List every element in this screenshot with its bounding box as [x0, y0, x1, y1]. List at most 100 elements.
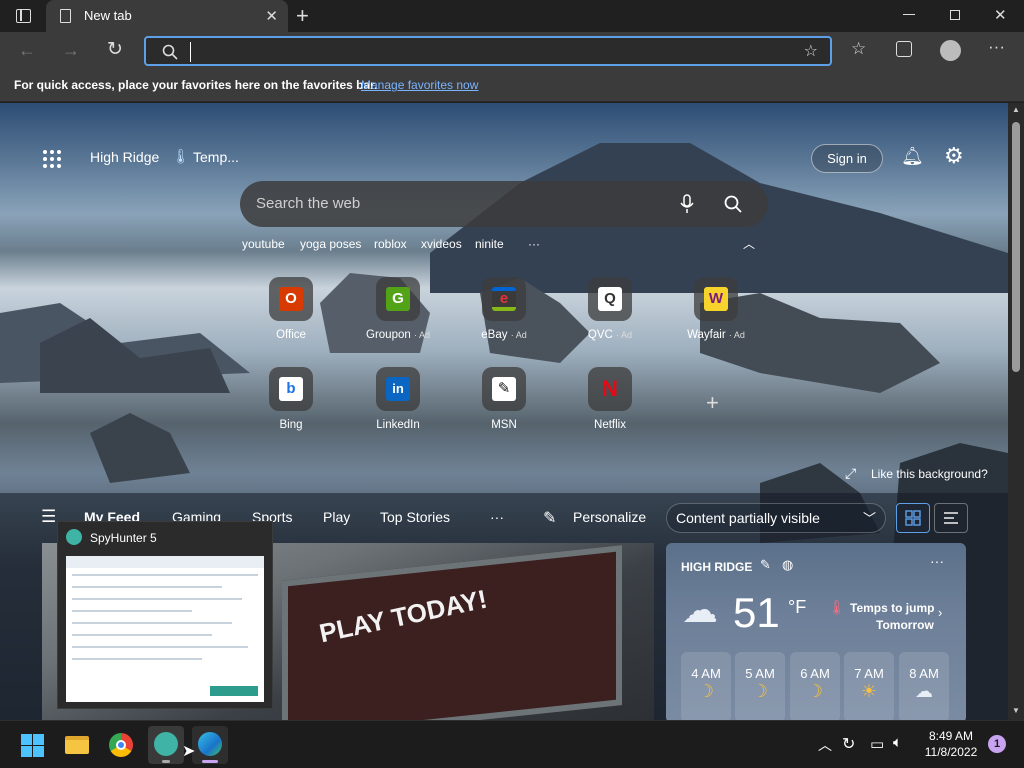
taskbar-clock[interactable]: 8:49 AM 11/8/2022 — [920, 728, 982, 760]
minimize-icon[interactable] — [903, 14, 915, 15]
quick-link-linkedin[interactable]: in LinkedIn — [353, 367, 443, 447]
office-icon: O — [279, 287, 303, 311]
personalize-button[interactable]: Personalize — [573, 509, 646, 525]
toolbar: ← → ↻ ☆ ☆ ··· — [0, 32, 1024, 70]
network-icon[interactable]: ▭ — [870, 735, 884, 753]
preview-thumbnail — [66, 556, 264, 702]
grid-view-button[interactable] — [896, 503, 930, 533]
quick-search-link[interactable]: xvideos — [421, 237, 462, 251]
groupon-icon: G — [386, 287, 410, 311]
notification-badge[interactable]: 1 — [988, 735, 1006, 753]
bing-icon: b — [279, 377, 303, 401]
sign-in-button[interactable]: Sign in — [811, 144, 883, 173]
edge-icon[interactable] — [192, 726, 228, 764]
tab-new-tab[interactable]: New tab ✕ — [46, 0, 288, 32]
tab-actions-icon[interactable] — [16, 9, 31, 23]
linkedin-icon: in — [386, 377, 410, 401]
quick-link-office[interactable]: O Office — [246, 277, 336, 357]
apps-launcher-icon[interactable] — [42, 149, 62, 169]
add-favorite-icon[interactable]: ☆ — [804, 41, 818, 61]
collections-icon[interactable] — [896, 41, 912, 57]
collapse-chevron-icon[interactable]: ︿ — [743, 235, 755, 252]
quick-link-netflix[interactable]: N Netflix — [565, 367, 655, 447]
file-explorer-icon[interactable] — [65, 736, 89, 754]
quick-link-bing[interactable]: b Bing — [246, 367, 336, 447]
weather-more-icon[interactable]: ··· — [930, 553, 944, 569]
chrome-icon[interactable] — [109, 733, 133, 757]
cloud-icon: ☁ — [915, 681, 933, 701]
restore-icon[interactable] — [950, 10, 960, 20]
settings-more-icon[interactable]: ··· — [988, 37, 1005, 57]
refresh-icon[interactable]: ↻ — [107, 38, 123, 61]
edit-location-icon[interactable]: ✎ — [760, 557, 771, 573]
spyhunter-icon — [66, 529, 82, 545]
list-view-button[interactable] — [934, 503, 968, 533]
quick-link-ebay[interactable]: e eBay · Ad — [459, 277, 549, 357]
add-shortcut-icon[interactable]: + — [706, 390, 719, 416]
show-hidden-icons[interactable]: ︿ — [818, 735, 832, 755]
web-search-box[interactable]: Search the web — [240, 181, 768, 227]
search-placeholder: Search the web — [256, 195, 361, 212]
wayfair-icon: W — [704, 287, 728, 311]
favorites-icon[interactable]: ☆ — [851, 39, 866, 59]
msn-icon: ✎ — [492, 377, 516, 401]
notifications-bell-icon[interactable]: 🔔︎ — [901, 146, 924, 167]
weather-alert-line1[interactable]: Temps to jump — [850, 601, 934, 615]
close-window-icon[interactable]: ✕ — [994, 6, 1007, 24]
scroll-down-icon[interactable]: ▼ — [1012, 706, 1020, 715]
feed-menu-icon[interactable]: ☰ — [41, 507, 56, 527]
back-icon[interactable]: ← — [18, 40, 36, 61]
scroll-up-icon[interactable]: ▲ — [1012, 105, 1020, 114]
tab-play[interactable]: Play — [323, 509, 350, 525]
hourly-forecast-item: 7 AM ☀ — [844, 652, 894, 722]
chevron-right-icon[interactable]: › — [938, 605, 942, 620]
tile-label: Office — [276, 329, 306, 341]
microphone-icon[interactable] — [680, 194, 694, 214]
quick-search-more[interactable]: ··· — [528, 237, 540, 251]
weather-alert-line2[interactable]: Tomorrow — [876, 618, 934, 632]
quick-link-groupon[interactable]: G Groupon · Ad — [353, 277, 443, 357]
clock-date: 11/8/2022 — [924, 745, 978, 759]
page-settings-gear-icon[interactable]: ⚙ — [944, 143, 964, 169]
address-bar[interactable]: ☆ — [144, 36, 832, 66]
content-visibility-dropdown[interactable]: Content partially visible ﹀ — [666, 503, 886, 533]
quick-search-link[interactable]: youtube — [242, 237, 285, 251]
tab-top-stories[interactable]: Top Stories — [380, 509, 450, 525]
list-view-icon — [944, 512, 958, 524]
scrollbar-thumb[interactable] — [1012, 122, 1020, 372]
taskbar-preview-window[interactable]: SpyHunter 5 — [57, 521, 273, 709]
like-background-link[interactable]: Like this background? — [871, 467, 988, 481]
more-tabs-icon[interactable]: ··· — [490, 509, 504, 525]
spyhunter-taskbar-icon[interactable] — [148, 726, 184, 764]
netflix-icon: N — [602, 376, 618, 401]
address-input[interactable] — [190, 42, 790, 62]
close-tab-icon[interactable]: ✕ — [265, 7, 278, 25]
search-submit-icon[interactable] — [724, 195, 742, 213]
forward-icon[interactable]: → — [62, 40, 80, 61]
sync-icon[interactable]: ↻ — [842, 734, 855, 754]
quick-link-msn[interactable]: ✎ MSN — [459, 367, 549, 447]
profile-avatar[interactable] — [940, 40, 961, 61]
globe-icon[interactable]: ◍ — [782, 557, 793, 573]
hour-label: 5 AM — [745, 666, 775, 681]
location-label[interactable]: High Ridge — [90, 149, 159, 165]
quick-link-qvc[interactable]: Q QVC · Ad — [565, 277, 655, 357]
preview-app-title: SpyHunter 5 — [90, 531, 157, 545]
quick-link-wayfair[interactable]: W Wayfair · Ad — [671, 277, 761, 357]
quick-search-link[interactable]: roblox — [374, 237, 407, 251]
new-tab-icon[interactable]: + — [296, 3, 309, 29]
temperature-label[interactable]: Temp... — [193, 149, 239, 165]
personalize-pencil-icon: ✎ — [543, 510, 557, 527]
clock-time: 8:49 AM — [928, 729, 974, 743]
start-windows-icon[interactable] — [21, 734, 44, 757]
taskbar: ➤ ︿ ↻ ▭ 🔈︎ — [0, 720, 1024, 768]
title-bar: New tab ✕ + ✕ — [0, 0, 1024, 32]
manage-favorites-link[interactable]: Manage favorites now — [361, 78, 478, 92]
quick-search-link[interactable]: yoga poses — [300, 237, 361, 251]
volume-icon[interactable]: 🔈︎ — [893, 734, 902, 751]
quick-search-link[interactable]: ninite — [475, 237, 504, 251]
sun-cloud-icon: ☀ — [860, 681, 878, 701]
page-icon — [60, 9, 71, 23]
moon-cloud-icon: ☽ — [697, 681, 715, 701]
tile-label: LinkedIn — [376, 419, 420, 431]
